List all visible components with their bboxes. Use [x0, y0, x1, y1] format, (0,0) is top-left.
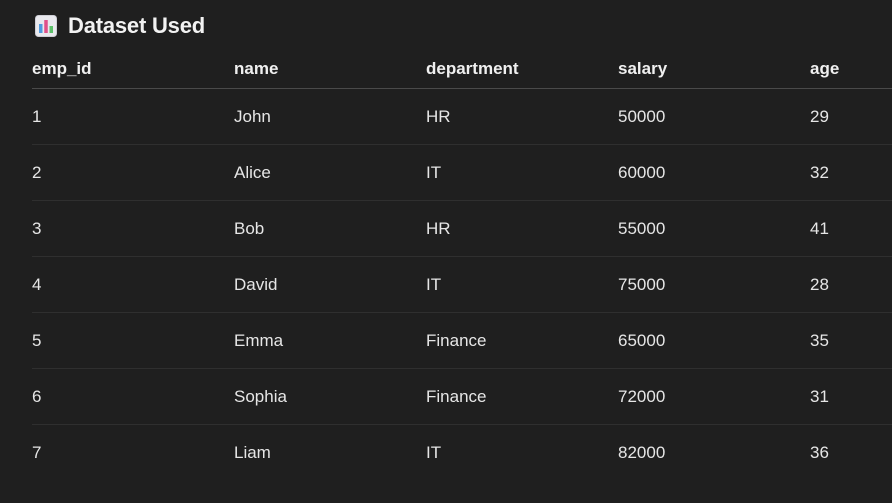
cell-salary: 65000 — [618, 312, 810, 369]
table-header: emp_id name department salary age — [32, 50, 892, 89]
cell-department: HR — [426, 200, 618, 257]
cell-salary: 60000 — [618, 144, 810, 201]
cell-age: 36 — [810, 442, 829, 462]
cell-name: Emma — [234, 312, 426, 369]
column-header-name: name — [234, 50, 426, 89]
cell-salary: 82000 — [618, 442, 666, 462]
cell-salary: 55000 — [618, 200, 810, 257]
cell-name: Liam — [234, 442, 271, 462]
cell-name: John — [234, 88, 426, 145]
column-header-salary: salary — [618, 50, 810, 89]
cell-age: 28 — [810, 256, 892, 313]
table-row: 5 Emma Finance 65000 35 — [32, 312, 892, 369]
cell-department: HR — [426, 88, 618, 145]
cell-emp-id: 1 — [32, 88, 234, 145]
cell-age: 41 — [810, 200, 892, 257]
cell-emp-id: 4 — [32, 256, 234, 313]
bar-chart-icon — [35, 15, 57, 37]
section-title: Dataset Used — [68, 13, 205, 38]
column-header-department: department — [426, 50, 618, 89]
cell-name: David — [234, 256, 426, 313]
cell-emp-id: 7 — [32, 442, 42, 462]
cell-salary: 50000 — [618, 88, 810, 145]
cell-age: 31 — [810, 368, 892, 425]
table-row: 7 Liam IT 82000 36 — [32, 425, 892, 481]
cell-department: IT — [426, 442, 442, 462]
cell-name: Alice — [234, 144, 426, 201]
table-row: 6 Sophia Finance 72000 31 — [32, 368, 892, 425]
cell-age: 35 — [810, 312, 892, 369]
cell-emp-id: 5 — [32, 312, 234, 369]
cell-age: 32 — [810, 144, 892, 201]
cell-department: Finance — [426, 368, 618, 425]
column-header-emp-id: emp_id — [32, 50, 234, 89]
cell-name: Sophia — [234, 368, 426, 425]
cell-name: Bob — [234, 200, 426, 257]
cell-emp-id: 3 — [32, 200, 234, 257]
table-row: 2 Alice IT 60000 32 — [32, 144, 892, 201]
cell-age: 29 — [810, 88, 892, 145]
notebook-output: Dataset Used emp_id name department sala… — [0, 0, 892, 503]
cell-emp-id: 6 — [32, 368, 234, 425]
table-body: 1 John HR 50000 29 2 Alice IT 60000 32 3… — [32, 88, 892, 481]
cell-salary: 75000 — [618, 256, 810, 313]
cell-department: IT — [426, 256, 618, 313]
column-header-age: age — [810, 50, 892, 89]
cell-department: Finance — [426, 312, 618, 369]
cell-emp-id: 2 — [32, 144, 234, 201]
dataset-table: emp_id name department salary age 1 John… — [32, 50, 892, 480]
cell-department: IT — [426, 144, 618, 201]
section-heading: Dataset Used — [35, 12, 205, 40]
table-row: 1 John HR 50000 29 — [32, 88, 892, 145]
table-row: 4 David IT 75000 28 — [32, 256, 892, 313]
header-row: emp_id name department salary age — [32, 50, 892, 89]
cell-salary: 72000 — [618, 368, 810, 425]
table-row: 3 Bob HR 55000 41 — [32, 200, 892, 257]
